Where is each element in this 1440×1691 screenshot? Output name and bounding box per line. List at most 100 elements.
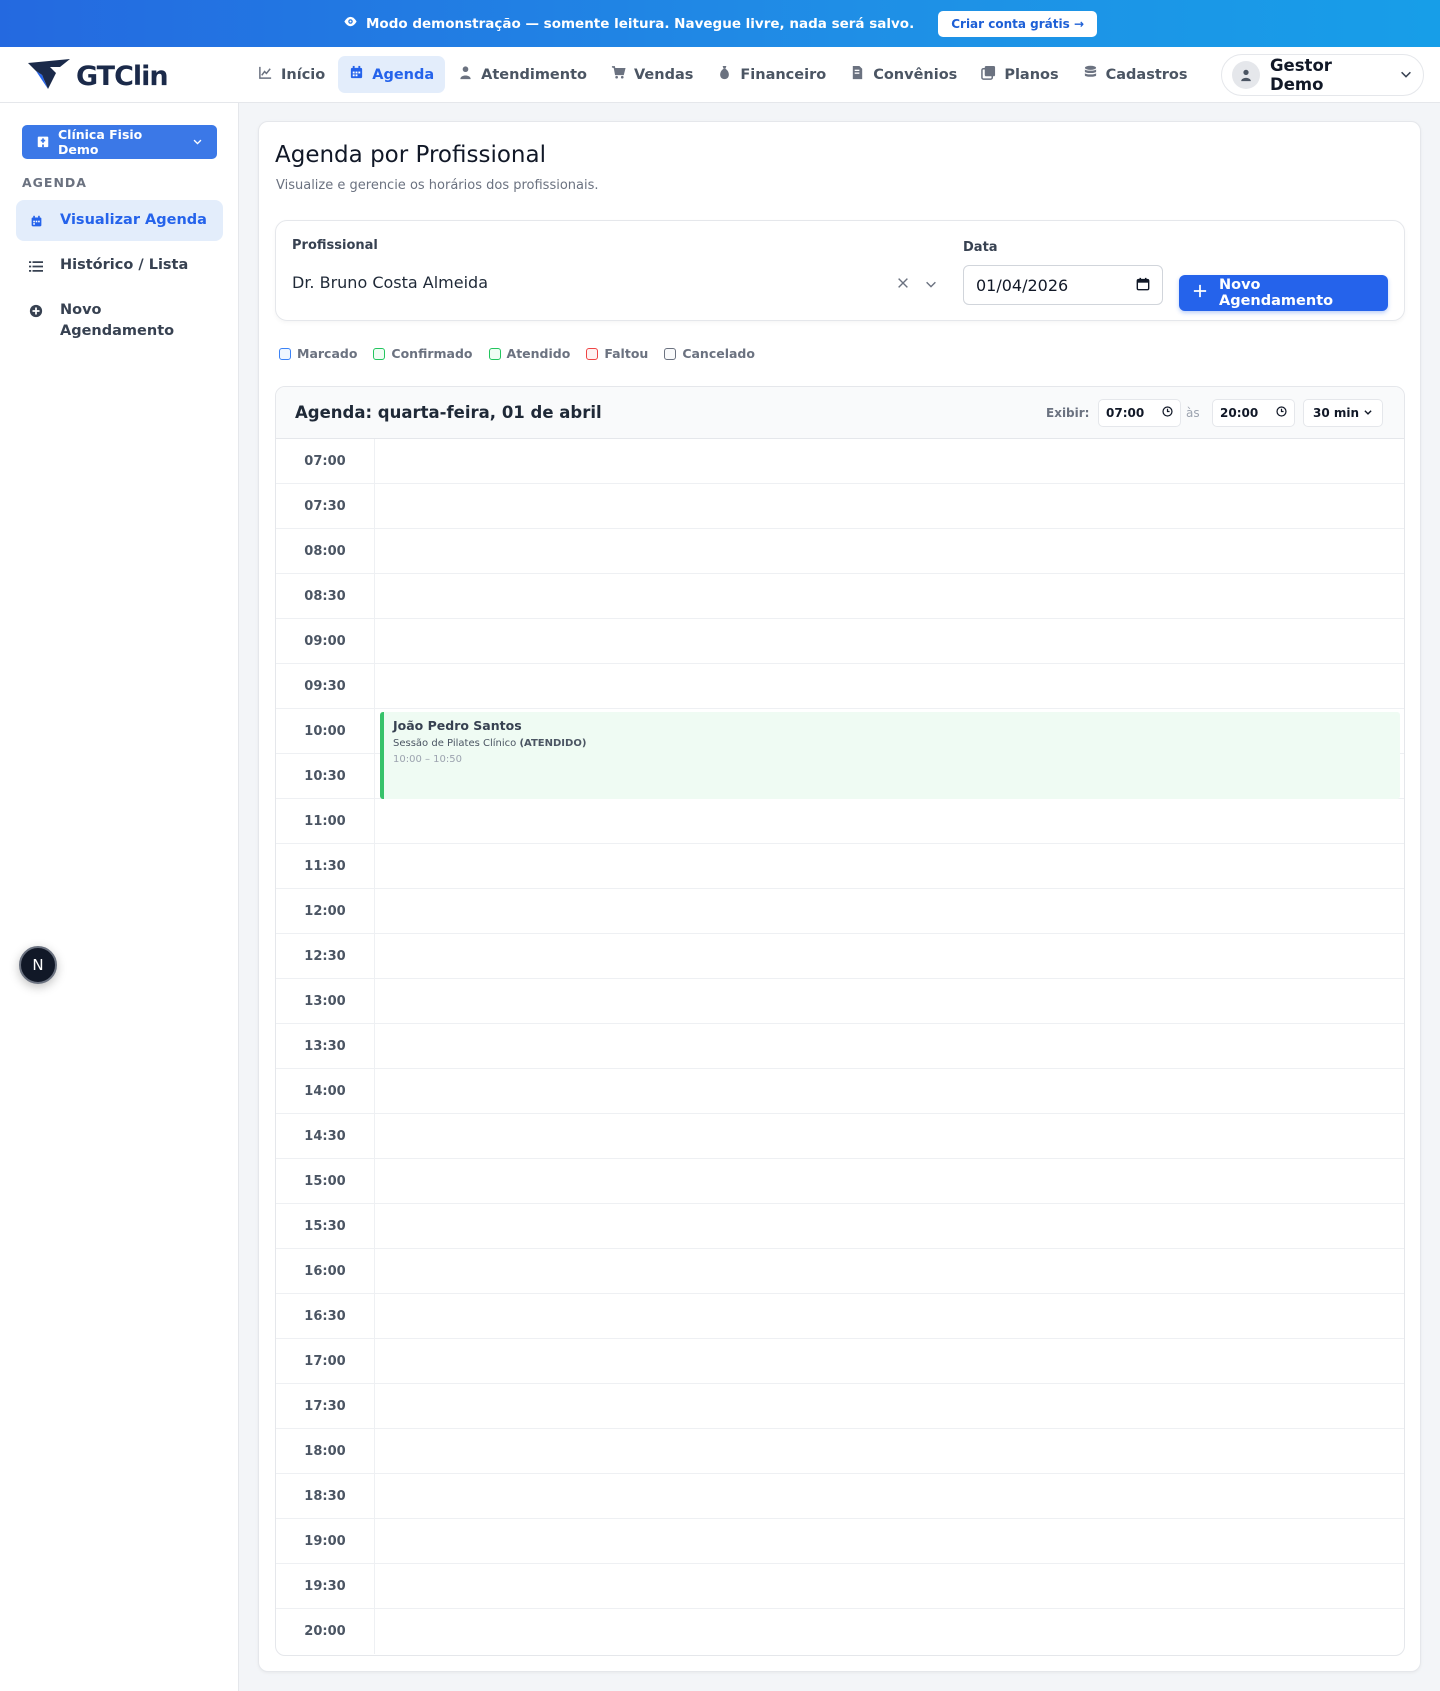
clear-icon[interactable] <box>896 275 910 289</box>
time-slot-cell[interactable] <box>375 439 1404 483</box>
time-slot-cell[interactable] <box>375 799 1404 843</box>
time-slot-row[interactable]: 09:30 <box>276 664 1404 709</box>
time-slot-row[interactable]: 07:30 <box>276 484 1404 529</box>
time-slot-cell[interactable] <box>375 1024 1404 1068</box>
time-slot-cell[interactable] <box>375 1294 1404 1338</box>
time-slot-row[interactable]: 20:00 <box>276 1609 1404 1654</box>
sidebar-item-novo-agendamento[interactable]: Novo Agendamento <box>16 290 206 352</box>
nav-label: Convênios <box>873 66 958 83</box>
time-slot-cell[interactable] <box>375 934 1404 978</box>
time-slot-row[interactable]: 18:00 <box>276 1429 1404 1474</box>
time-slot-row[interactable]: 14:30 <box>276 1114 1404 1159</box>
chevron-down-icon[interactable] <box>924 276 938 290</box>
brand-logo[interactable]: GTClin <box>26 57 169 95</box>
nav-label: Agenda <box>372 66 435 83</box>
calendar-icon[interactable] <box>1136 276 1150 295</box>
time-slot-cell[interactable] <box>375 484 1404 528</box>
nav-item-atendimento[interactable]: Atendimento <box>447 56 598 93</box>
sidebar-item-historico-lista[interactable]: Histórico / Lista <box>16 245 223 286</box>
time-label: 12:00 <box>276 889 375 933</box>
time-label: 13:00 <box>276 979 375 1023</box>
time-slot-row[interactable]: 08:30 <box>276 574 1404 619</box>
time-slot-row[interactable]: 16:00 <box>276 1249 1404 1294</box>
status-legend: Marcado Confirmado Atendido Faltou Cance… <box>279 346 755 361</box>
floating-n-button[interactable]: N <box>19 946 57 984</box>
nav-item-vendas[interactable]: Vendas <box>600 56 704 93</box>
time-slot-cell[interactable] <box>375 1474 1404 1518</box>
professional-select[interactable]: Dr. Bruno Costa Almeida <box>292 273 488 292</box>
time-slot-cell[interactable] <box>375 979 1404 1023</box>
time-slot-cell[interactable] <box>375 844 1404 888</box>
time-label: 14:00 <box>276 1069 375 1113</box>
time-slot-row[interactable]: 08:00 <box>276 529 1404 574</box>
interval-select[interactable]: 30 min <box>1303 399 1383 427</box>
chevron-down-icon <box>1399 66 1413 85</box>
time-slot-row[interactable]: 17:00 <box>276 1339 1404 1384</box>
time-slot-cell[interactable] <box>375 1339 1404 1383</box>
time-label: 16:00 <box>276 1249 375 1293</box>
time-slot-row[interactable]: 19:30 <box>276 1564 1404 1609</box>
sidebar-item-label: Histórico / Lista <box>60 257 189 273</box>
nav-item-financeiro[interactable]: Financeiro <box>706 56 837 93</box>
chart-line-icon <box>258 65 273 84</box>
start-time-value: 07:00 <box>1106 406 1145 420</box>
nav-item-convenios[interactable]: Convênios <box>839 56 968 93</box>
time-slot-cell[interactable] <box>375 1069 1404 1113</box>
time-slot-row[interactable]: 12:00 <box>276 889 1404 934</box>
filter-panel: Profissional Dr. Bruno Costa Almeida Dat… <box>275 220 1405 321</box>
sidebar-item-visualizar-agenda[interactable]: Visualizar Agenda <box>16 200 223 241</box>
legend-item-confirmado: Confirmado <box>373 346 473 361</box>
time-slot-row[interactable]: 15:00 <box>276 1159 1404 1204</box>
user-menu[interactable]: Gestor Demo <box>1221 54 1424 96</box>
time-slot-cell[interactable] <box>375 1564 1404 1608</box>
time-slot-cell[interactable] <box>375 664 1404 708</box>
calendar-icon <box>28 213 44 229</box>
legend-item-faltou: Faltou <box>586 346 648 361</box>
time-label: 12:30 <box>276 934 375 978</box>
chevron-down-icon <box>1363 406 1373 420</box>
time-slot-row[interactable]: 07:00 <box>276 439 1404 484</box>
time-slot-cell[interactable] <box>375 1519 1404 1563</box>
time-slot-cell[interactable] <box>375 619 1404 663</box>
time-slot-cell[interactable] <box>375 1204 1404 1248</box>
create-account-button[interactable]: Criar conta grátis → <box>938 10 1097 37</box>
time-slot-row[interactable]: 13:00 <box>276 979 1404 1024</box>
date-input[interactable]: 01/04/2026 <box>963 265 1163 305</box>
time-slot-row[interactable]: 19:00 <box>276 1519 1404 1564</box>
new-appointment-button[interactable]: Novo Agendamento <box>1179 275 1388 311</box>
time-slot-row[interactable]: 11:30 <box>276 844 1404 889</box>
top-navbar: GTClin Início Agenda Atendimento Vendas … <box>0 47 1440 103</box>
time-grid: 07:00 07:30 08:00 08:30 09:00 09:30 10:00 10:30… <box>276 439 1404 1654</box>
time-slot-row[interactable]: 16:30 <box>276 1294 1404 1339</box>
nav-label: Atendimento <box>481 66 587 83</box>
clinic-selector[interactable]: Clínica Fisio Demo <box>22 125 217 159</box>
time-slot-row[interactable]: 11:00 <box>276 799 1404 844</box>
time-slot-cell[interactable] <box>375 1429 1404 1473</box>
nav-item-planos[interactable]: Planos <box>970 56 1069 93</box>
time-slot-cell[interactable] <box>375 1249 1404 1293</box>
time-slot-row[interactable]: 15:30 <box>276 1204 1404 1249</box>
nav-item-cadastros[interactable]: Cadastros <box>1072 56 1199 93</box>
time-slot-cell[interactable] <box>375 529 1404 573</box>
time-slot-row[interactable]: 14:00 <box>276 1069 1404 1114</box>
time-slot-cell[interactable] <box>375 1609 1404 1654</box>
time-slot-row[interactable]: 09:00 <box>276 619 1404 664</box>
time-slot-row[interactable]: 12:30 <box>276 934 1404 979</box>
nav-item-agenda[interactable]: Agenda <box>338 56 446 93</box>
time-label: 17:00 <box>276 1339 375 1383</box>
time-slot-row[interactable]: 17:30 <box>276 1384 1404 1429</box>
agenda-header: Agenda: quarta-feira, 01 de abril Exibir… <box>276 387 1404 439</box>
time-slot-cell[interactable] <box>375 1114 1404 1158</box>
legend-label: Confirmado <box>391 346 473 361</box>
time-slot-row[interactable]: 18:30 <box>276 1474 1404 1519</box>
time-slot-cell[interactable] <box>375 1159 1404 1203</box>
time-slot-cell[interactable] <box>375 1384 1404 1428</box>
time-slot-cell[interactable] <box>375 574 1404 618</box>
end-time-input[interactable]: 20:00 <box>1212 399 1295 427</box>
nav-item-inicio[interactable]: Início <box>247 56 336 93</box>
start-time-input[interactable]: 07:00 <box>1098 399 1181 427</box>
time-slot-cell[interactable] <box>375 889 1404 933</box>
appointment-card[interactable]: João Pedro Santos Sessão de Pilates Clín… <box>380 712 1400 799</box>
time-slot-row[interactable]: 13:30 <box>276 1024 1404 1069</box>
legend-item-atendido: Atendido <box>488 346 570 361</box>
